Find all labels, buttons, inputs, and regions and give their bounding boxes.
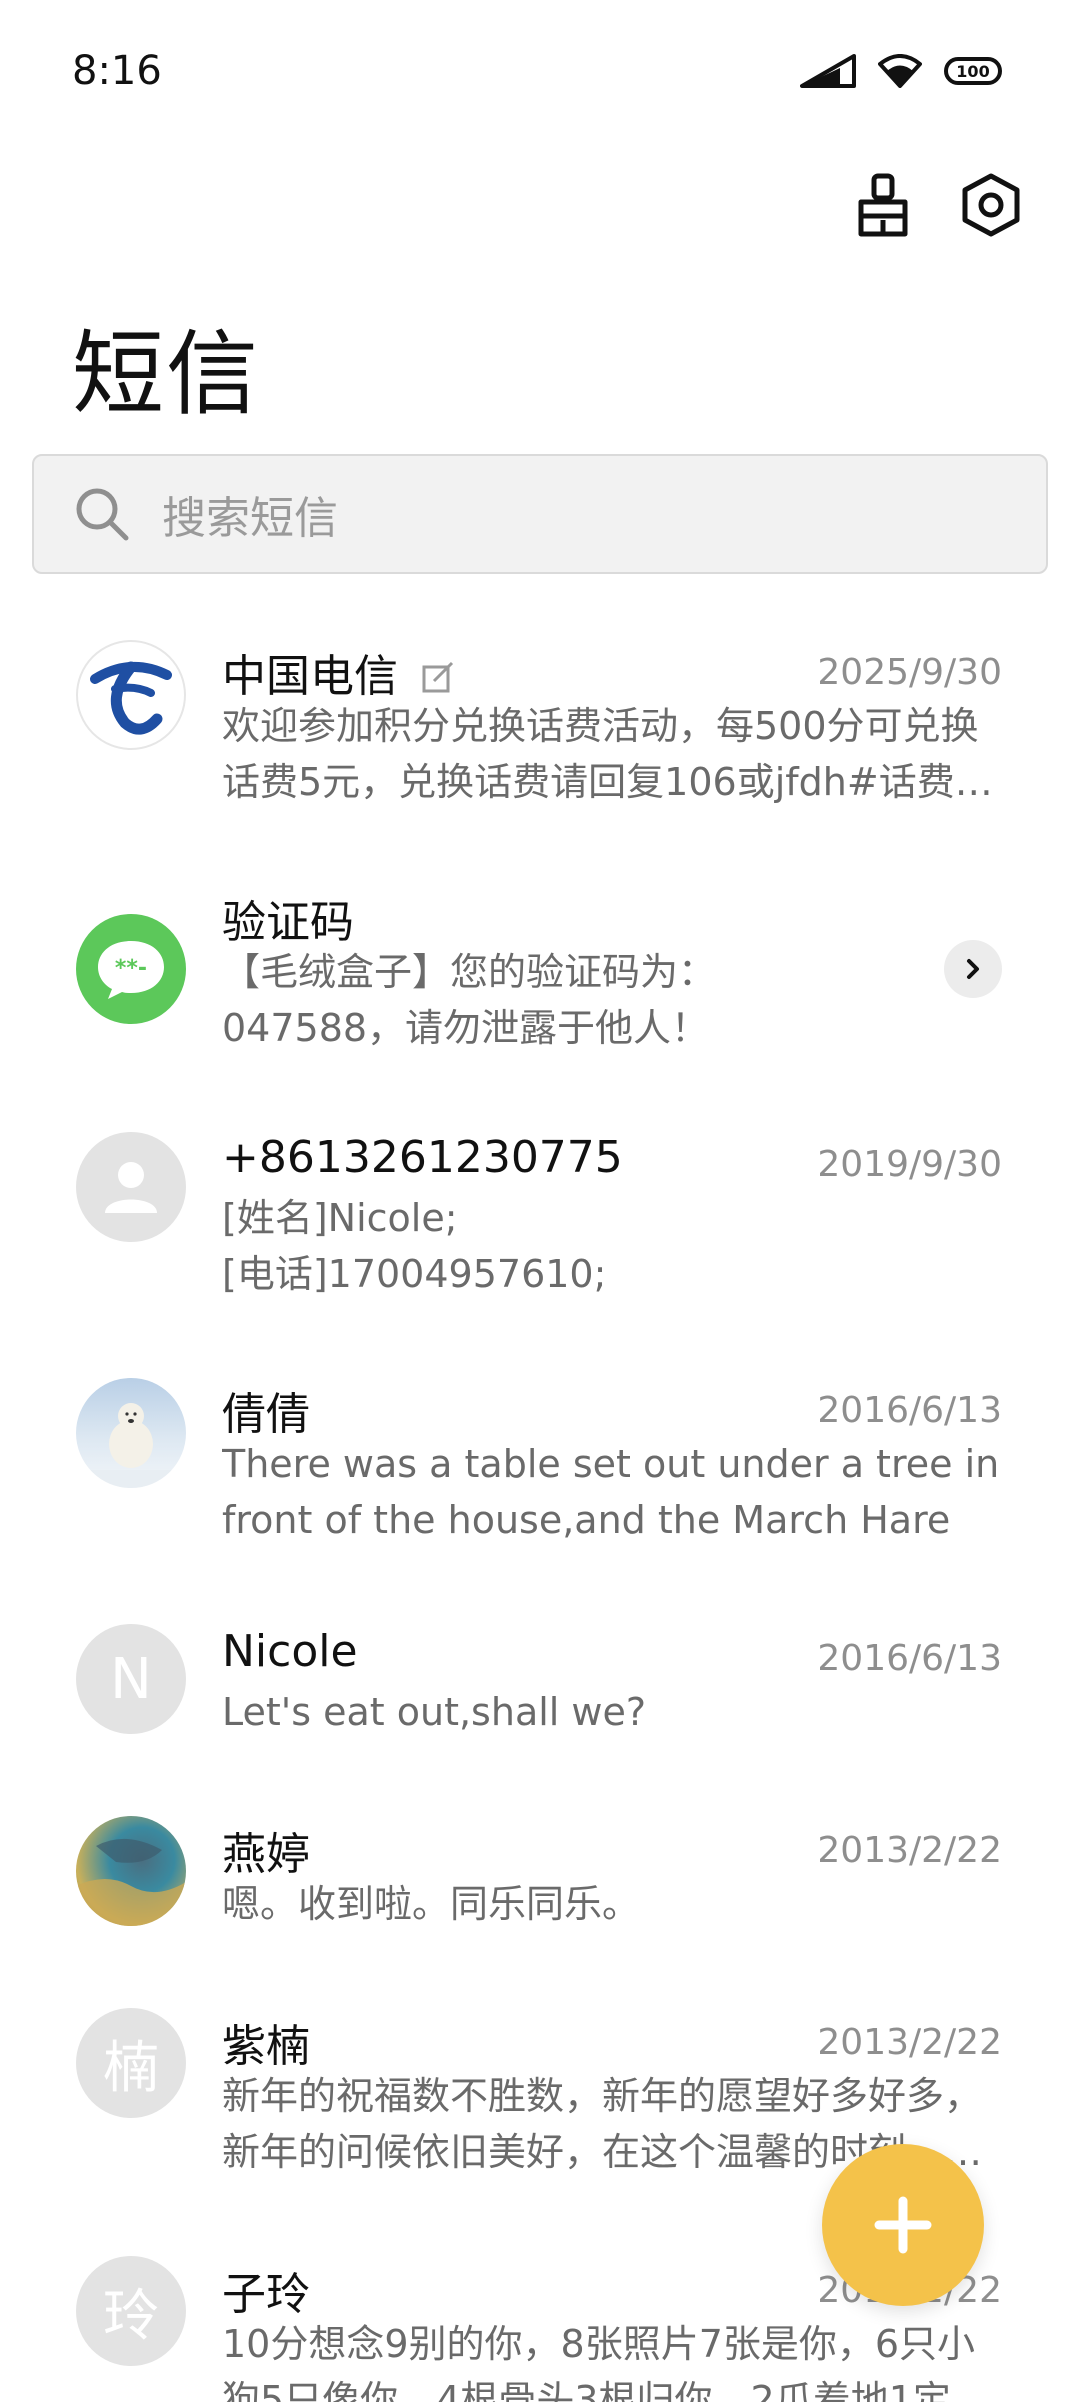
- avatar: 楠: [76, 2008, 186, 2118]
- status-time: 8:16: [72, 48, 162, 94]
- conversation-date: 2016/6/13: [817, 1390, 1002, 1431]
- conversation-name: 倩倩: [222, 1389, 310, 1440]
- conversation-preview: 10分想念9别的你，8张照片7张是你，6只小 狗5只像你，4根骨头3根归你，2爪…: [222, 2322, 976, 2402]
- conversation-item[interactable]: **- 验证码 【毛绒盒子】您的验证码为： 047588，请勿泄露于他人！: [0, 872, 1080, 1072]
- new-message-button[interactable]: [822, 2144, 984, 2306]
- polar-bear-photo: [76, 1403, 186, 1488]
- avatar-letter: 楠: [103, 2035, 159, 2101]
- status-bar: 8:16 100: [0, 0, 1080, 150]
- avatar: 玲: [76, 2256, 186, 2366]
- conversation-preview: 欢迎参加积分兑换话费活动，每500分可兑换 话费5元，兑换话费请回复106或jf…: [222, 704, 993, 804]
- battery-indicator: 100: [944, 57, 1002, 85]
- avatar: **-: [76, 914, 186, 1024]
- top-actions: [850, 172, 1024, 238]
- conversation-name: +8613261230775: [222, 1132, 623, 1183]
- wifi-icon: [878, 54, 922, 88]
- page-title: 短信: [72, 321, 261, 428]
- avatar: [76, 1378, 186, 1488]
- verification-code-icon: **-: [98, 941, 164, 999]
- conversation-name: Nicole: [222, 1626, 358, 1677]
- chevron-right-icon: [967, 959, 979, 979]
- conversation-item[interactable]: 中国电信 2025/9/30 欢迎参加积分兑换话费活动，每500分可兑换 话费5…: [0, 626, 1080, 826]
- plus-icon: [874, 2196, 932, 2254]
- conversation-date: 2019/9/30: [817, 1144, 1002, 1185]
- search-icon: [76, 488, 129, 541]
- conversation-name-text: 中国电信: [222, 651, 398, 702]
- conversation-date: 2025/9/30: [817, 652, 1002, 693]
- cellular-signal-icon: [800, 54, 856, 88]
- conversation-date: 2013/2/22: [817, 1830, 1002, 1871]
- avatar-letter: 玲: [103, 2283, 159, 2349]
- avatar: [76, 1816, 186, 1926]
- search-box[interactable]: 搜索短信: [32, 454, 1048, 574]
- messages-screen: 8:16 100 短信 搜索短信 中国电信 2025/9/30 欢迎参加积分兑换…: [0, 0, 1080, 2402]
- conversation-preview: There was a table set out under a tree i…: [222, 1442, 1000, 1542]
- conversation-name: 验证码: [222, 897, 354, 948]
- conversation-preview: Let's eat out,shall we?: [222, 1690, 647, 1734]
- clean-button[interactable]: [850, 172, 916, 238]
- person-icon: [105, 1162, 157, 1213]
- avatar-letter: N: [110, 1646, 152, 1712]
- settings-button[interactable]: [958, 172, 1024, 238]
- avatar: [76, 640, 186, 750]
- conversation-preview: 【毛绒盒子】您的验证码为： 047588，请勿泄露于他人！: [222, 950, 717, 1050]
- search-placeholder: 搜索短信: [162, 493, 338, 544]
- china-telecom-logo-icon: [90, 661, 172, 735]
- settings-icon: [962, 173, 1020, 237]
- conversation-preview: 嗯。收到啦。同乐同乐。: [222, 1882, 641, 1926]
- conversation-item[interactable]: +8613261230775 2019/9/30 [姓名]Nicole; [电话…: [0, 1118, 1080, 1318]
- conversation-item[interactable]: 倩倩 2016/6/13 There was a table set out u…: [0, 1364, 1080, 1564]
- avatar: N: [76, 1624, 186, 1734]
- landscape-photo: [76, 1838, 186, 1926]
- conversation-preview: [姓名]Nicole; [电话]17004957610;: [222, 1196, 607, 1296]
- avatar: [76, 1132, 186, 1242]
- expand-button[interactable]: [944, 940, 1002, 998]
- conversation-name: 紫楠: [222, 2021, 310, 2072]
- svg-text:**-: **-: [115, 956, 147, 981]
- battery-level: 100: [956, 61, 990, 81]
- conversation-item[interactable]: N Nicole 2016/6/13 Let's eat out,shall w…: [0, 1612, 1080, 1752]
- broom-icon: [858, 173, 908, 237]
- conversation-name: 燕婷: [222, 1829, 310, 1880]
- conversation-item[interactable]: 燕婷 2013/2/22 嗯。收到啦。同乐同乐。: [0, 1804, 1080, 1944]
- conversation-name: 子玲: [222, 2269, 310, 2320]
- status-icons: 100: [800, 54, 1002, 88]
- draft-edit-icon: [422, 661, 454, 693]
- conversation-date: 2016/6/13: [817, 1638, 1002, 1679]
- conversation-date: 2013/2/22: [817, 2022, 1002, 2063]
- conversation-name: 中国电信: [222, 640, 456, 704]
